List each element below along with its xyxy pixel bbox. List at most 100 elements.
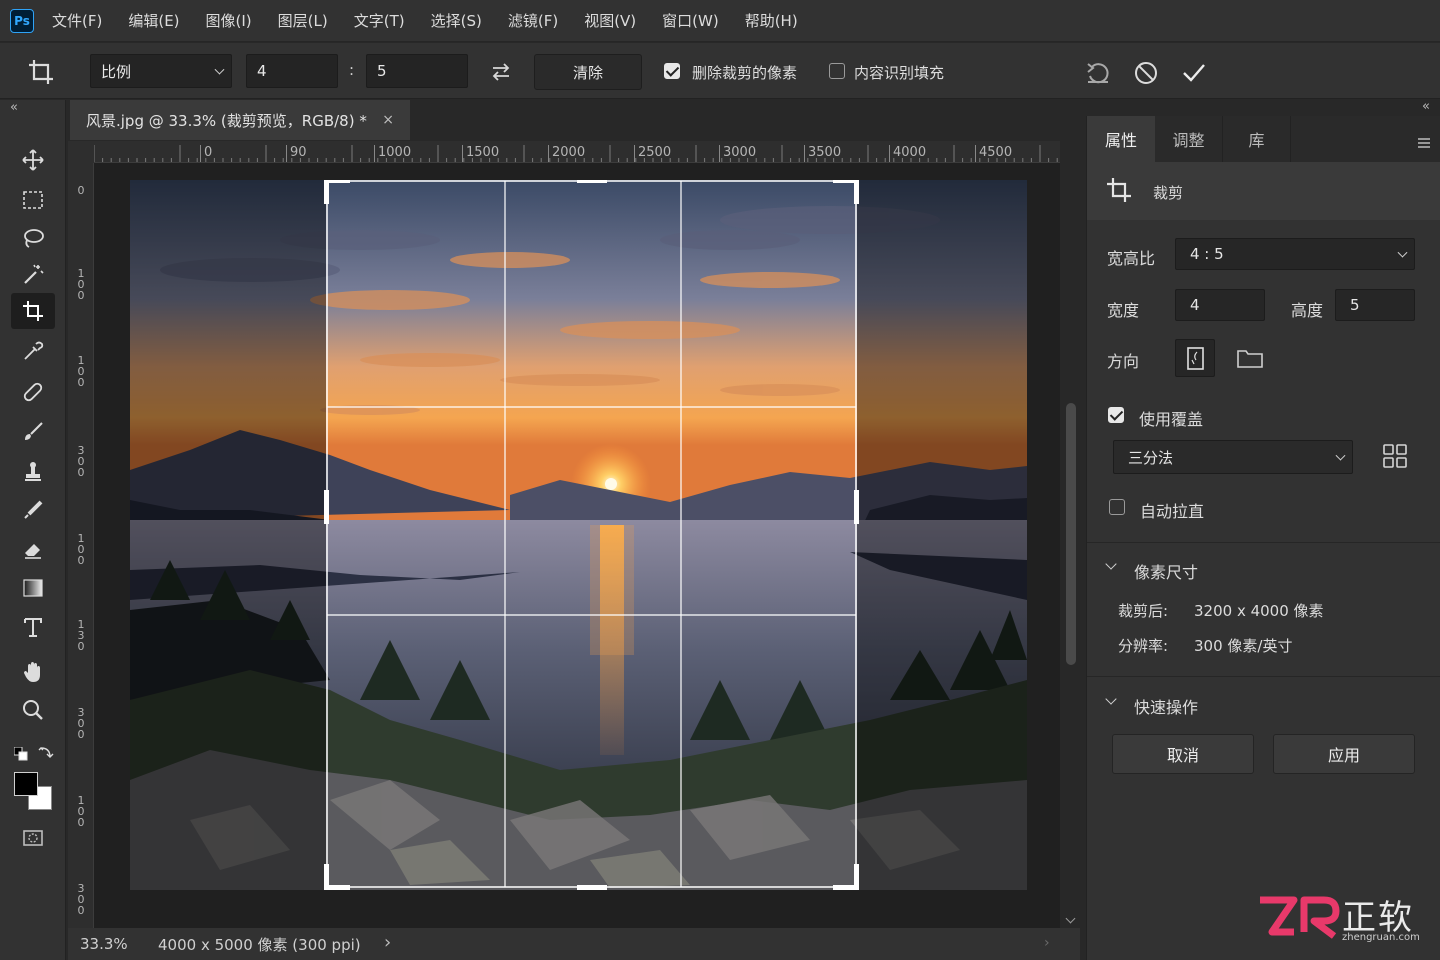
menu-edit[interactable]: 编辑(E): [128, 10, 179, 31]
healing-brush-tool-icon[interactable]: [11, 374, 55, 410]
watermark: 正软 zhengruan.com: [1250, 888, 1440, 950]
tab-libraries[interactable]: 库: [1223, 116, 1291, 162]
ruler-label: 100: [77, 532, 85, 567]
chevron-down-icon: [1397, 247, 1408, 258]
apply-button[interactable]: 应用: [1273, 734, 1415, 774]
ruler-origin[interactable]: [68, 141, 94, 163]
commit-crop-icon[interactable]: [1180, 59, 1208, 87]
height-input[interactable]: 5: [1335, 289, 1415, 321]
swap-colors-icon[interactable]: [38, 744, 54, 760]
default-colors-icon[interactable]: [13, 746, 28, 761]
width-input[interactable]: 4: [1175, 289, 1265, 321]
ruler-label: 100: [77, 794, 85, 829]
aspect-ratio-label: 宽高比: [1107, 249, 1156, 268]
zoom-level[interactable]: 33.3%: [80, 935, 158, 953]
ratio-mode-select[interactable]: 比例: [90, 54, 232, 88]
content-aware-checkbox[interactable]: [829, 63, 845, 83]
zoom-tool-icon[interactable]: [11, 692, 55, 728]
quick-mask-icon[interactable]: [11, 820, 55, 856]
brush-tool-icon[interactable]: [11, 414, 55, 450]
overlay-options-icon[interactable]: [1381, 442, 1409, 470]
delete-pixels-label: 删除裁剪的像素: [692, 64, 798, 82]
canvas-area[interactable]: [94, 163, 1060, 928]
scrollbar-thumb[interactable]: [1066, 403, 1076, 665]
ruler-label: 300: [77, 706, 85, 741]
quick-actions-title[interactable]: 快速操作: [1134, 694, 1198, 718]
overlay-type-select[interactable]: 三分法: [1113, 440, 1353, 474]
menu-filter[interactable]: 滤镜(F): [508, 10, 558, 31]
status-menu-arrow[interactable]: ›: [384, 932, 391, 953]
document-title: 风景.jpg @ 33.3% (裁剪预览，RGB/8) *: [86, 111, 367, 130]
crop-tool-preset-icon[interactable]: [26, 57, 56, 87]
landscape-photo: [130, 180, 1027, 890]
quick-actions-chevron-icon[interactable]: [1105, 693, 1117, 705]
menu-image[interactable]: 图像(I): [206, 10, 252, 31]
aspect-ratio-select[interactable]: 4 : 5: [1175, 238, 1415, 270]
move-tool-icon[interactable]: [11, 142, 55, 178]
menu-view[interactable]: 视图(V): [584, 10, 636, 31]
content-aware-label: 内容识别填充: [854, 64, 945, 82]
ruler-label: 0: [200, 145, 212, 162]
vertical-scrollbar[interactable]: [1062, 163, 1080, 928]
swap-icon[interactable]: [488, 59, 514, 85]
chevron-down-icon: [1335, 450, 1346, 461]
horizontal-ruler[interactable]: 0 90 1000 1500 2000 2500 3000 3500 4000 …: [94, 141, 1060, 163]
collapse-tools-icon[interactable]: «: [10, 100, 18, 115]
landscape-orientation-icon[interactable]: [1235, 346, 1265, 370]
document-info: 4000 x 5000 像素 (300 ppi): [158, 935, 361, 954]
menu-select[interactable]: 选择(S): [431, 10, 482, 31]
overlay-type-value: 三分法: [1128, 448, 1174, 467]
auto-straighten-label: 自动拉直: [1140, 502, 1205, 521]
status-bar: 33.3% 4000 x 5000 像素 (300 ppi) › ›: [68, 928, 1080, 960]
crop-icon: [1105, 176, 1133, 204]
collapse-panels-icon[interactable]: «: [1422, 99, 1430, 114]
vertical-ruler[interactable]: 0 100 100 300 100 130 300 100 300: [68, 163, 94, 928]
menu-help[interactable]: 帮助(H): [745, 10, 798, 31]
ruler-label: 2500: [634, 145, 671, 162]
cancel-button[interactable]: 取消: [1112, 734, 1254, 774]
ratio-height-input[interactable]: 5: [366, 54, 468, 88]
menu-type[interactable]: 文字(T): [354, 10, 405, 31]
close-icon[interactable]: ×: [382, 112, 394, 128]
overlay-checkbox[interactable]: [1108, 407, 1124, 427]
portrait-orientation-icon[interactable]: [1175, 339, 1215, 377]
scroll-down-icon[interactable]: [1065, 913, 1076, 924]
auto-straighten-checkbox[interactable]: [1109, 499, 1125, 519]
gradient-tool-icon[interactable]: [11, 570, 55, 606]
delete-pixels-checkbox[interactable]: [664, 63, 680, 83]
crop-tool-icon[interactable]: [11, 293, 55, 329]
tab-adjustments[interactable]: 调整: [1155, 116, 1223, 162]
reset-icon[interactable]: [1084, 59, 1112, 87]
menu-file[interactable]: 文件(F): [52, 10, 102, 31]
pixel-size-title[interactable]: 像素尺寸: [1134, 559, 1198, 583]
magic-wand-tool-icon[interactable]: [11, 256, 55, 292]
lasso-tool-icon[interactable]: [11, 220, 55, 256]
clear-button[interactable]: 清除: [534, 54, 642, 90]
ratio-width-input[interactable]: 4: [246, 54, 338, 88]
hand-tool-icon[interactable]: [11, 654, 55, 690]
menu-bar: Ps 文件(F) 编辑(E) 图像(I) 图层(L) 文字(T) 选择(S) 滤…: [0, 0, 1440, 42]
ruler-label: 130: [77, 618, 85, 653]
ruler-label: 3000: [719, 145, 756, 162]
panel-menu-icon[interactable]: [1417, 134, 1431, 148]
history-brush-tool-icon[interactable]: [11, 492, 55, 528]
document-tab[interactable]: 风景.jpg @ 33.3% (裁剪预览，RGB/8) * ×: [70, 100, 410, 140]
clone-stamp-tool-icon[interactable]: [11, 453, 55, 489]
type-tool-icon[interactable]: [11, 609, 55, 645]
eraser-tool-icon[interactable]: [11, 531, 55, 567]
chevron-down-icon: [214, 64, 225, 75]
marquee-tool-icon[interactable]: [11, 182, 55, 218]
menu-window[interactable]: 窗口(W): [662, 10, 719, 31]
foreground-color-swatch[interactable]: [14, 772, 38, 796]
cancel-crop-icon[interactable]: [1132, 59, 1160, 87]
pixel-size-chevron-icon[interactable]: [1105, 558, 1117, 570]
crop-after-label: 裁剪后:: [1118, 602, 1169, 620]
menu-layer[interactable]: 图层(L): [278, 10, 328, 31]
eyedropper-tool-icon[interactable]: [11, 333, 55, 369]
tab-properties[interactable]: 属性: [1087, 116, 1155, 162]
height-label: 高度: [1291, 301, 1324, 320]
panel-collapse-strip: «: [1080, 99, 1440, 116]
resolution-label: 分辨率:: [1118, 637, 1169, 655]
ruler-label: 3500: [804, 145, 841, 162]
ruler-label: 300: [77, 882, 85, 917]
